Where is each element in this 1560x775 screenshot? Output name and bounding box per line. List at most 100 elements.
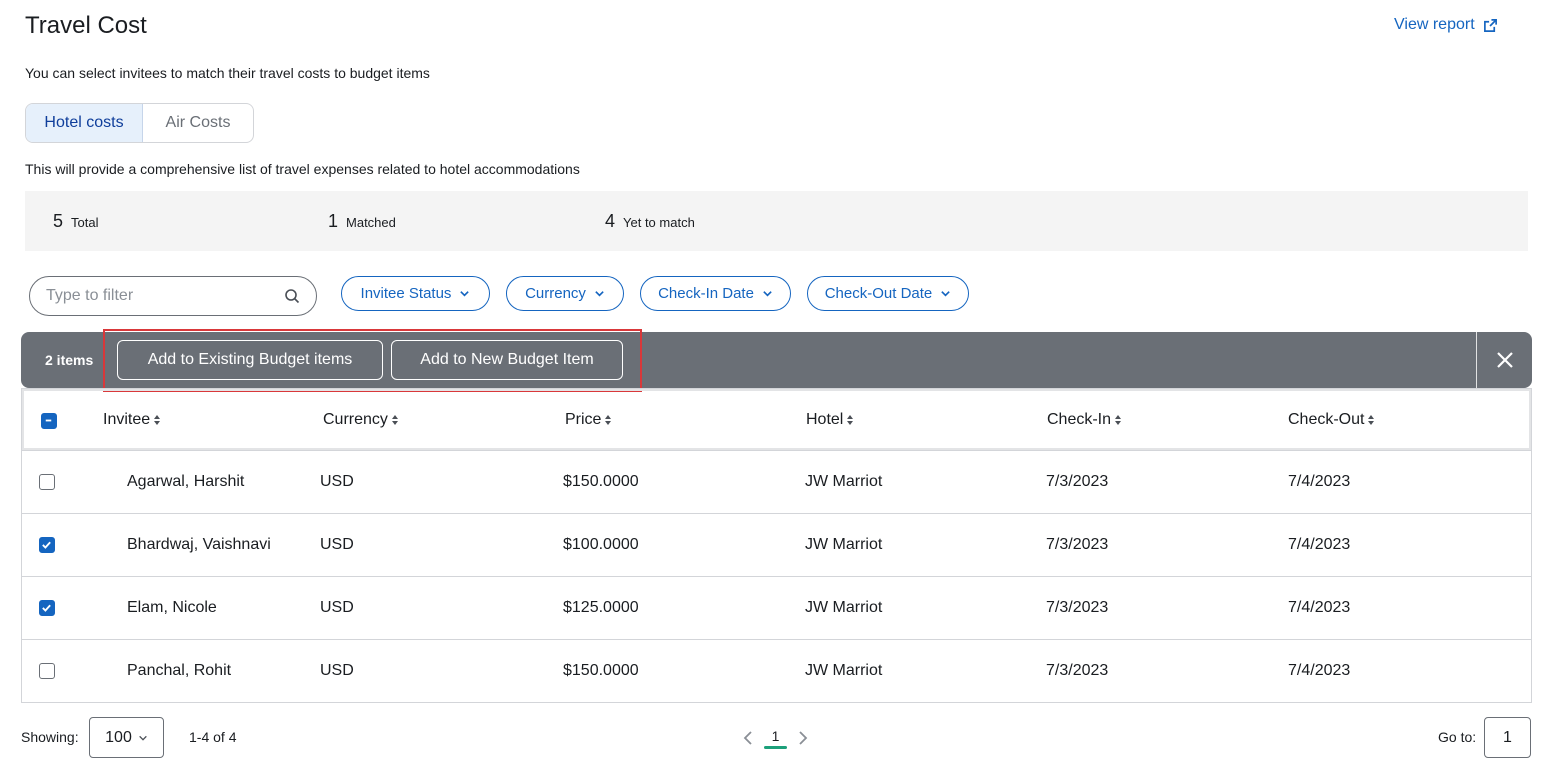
external-link-icon	[1483, 18, 1497, 32]
column-header-hotel[interactable]: Hotel	[806, 411, 854, 429]
current-page-indicator	[764, 746, 787, 749]
cell-currency: USD	[320, 473, 354, 490]
table-header: Invitee Currency Price Hotel Check-In Ch…	[22, 389, 1531, 450]
chevron-down-icon	[460, 291, 470, 297]
page-subtitle: You can select invitees to match their t…	[25, 65, 430, 81]
cell-currency: USD	[320, 599, 354, 616]
column-header-price[interactable]: Price	[565, 411, 612, 429]
row-checkbox[interactable]	[39, 474, 55, 490]
cell-hotel: JW Marriot	[805, 662, 883, 679]
table-row[interactable]: Agarwal, Harshit USD $150.0000 JW Marrio…	[22, 450, 1531, 513]
cell-check-in: 7/3/2023	[1046, 599, 1109, 616]
column-label: Hotel	[806, 411, 844, 428]
cell-check-out: 7/4/2023	[1288, 473, 1351, 490]
table-row[interactable]: Bhardwaj, Vaishnavi USD $100.0000 JW Mar…	[22, 513, 1531, 576]
page-number-current[interactable]: 1	[764, 728, 787, 744]
table-row[interactable]: Elam, Nicole USD $125.0000 JW Marriot 7/…	[22, 576, 1531, 639]
table-row[interactable]: Panchal, Rohit USD $150.0000 JW Marriot …	[22, 639, 1531, 702]
cell-check-in: 7/3/2023	[1046, 473, 1109, 490]
view-report-link[interactable]: View report	[1394, 16, 1498, 34]
stat-yet-to-match-value: 4	[605, 211, 616, 231]
chevron-down-icon	[763, 291, 772, 297]
filter-check-in-date[interactable]: Check-In Date	[640, 276, 791, 311]
column-header-check-out[interactable]: Check-Out	[1288, 411, 1375, 429]
select-all-checkbox[interactable]	[41, 413, 57, 429]
goto-label: Go to:	[1438, 729, 1477, 745]
stat-total: 5 Total	[53, 211, 98, 232]
tab-description: This will provide a comprehensive list o…	[25, 161, 580, 177]
goto-page-input[interactable]	[1484, 717, 1531, 758]
action-bar-divider	[1476, 332, 1477, 388]
page-size-value: 100	[105, 728, 132, 746]
showing-label: Showing:	[21, 729, 79, 745]
stat-matched: 1 Matched	[328, 211, 396, 232]
cell-currency: USD	[320, 662, 354, 679]
chevron-down-icon	[941, 291, 951, 297]
cell-invitee: Agarwal, Harshit	[127, 473, 245, 490]
filter-box	[29, 276, 317, 316]
sort-icon	[391, 415, 398, 425]
chevron-left-icon[interactable]	[742, 730, 754, 746]
cell-check-in: 7/3/2023	[1046, 536, 1109, 553]
stat-matched-value: 1	[328, 211, 339, 231]
filter-invitee-status-label: Invitee Status	[360, 285, 452, 302]
row-checkbox[interactable]	[39, 537, 55, 553]
cell-check-out: 7/4/2023	[1288, 662, 1351, 679]
view-report-label: View report	[1394, 16, 1475, 33]
column-label: Check-Out	[1288, 411, 1365, 428]
sort-icon	[154, 415, 161, 425]
filter-currency[interactable]: Currency	[506, 276, 624, 311]
cell-hotel: JW Marriot	[805, 536, 883, 553]
cell-hotel: JW Marriot	[805, 599, 883, 616]
cell-price: $100.0000	[563, 536, 639, 553]
selected-count: 2 items	[45, 352, 94, 368]
chevron-down-icon	[595, 291, 604, 297]
add-to-existing-budget-button[interactable]: Add to Existing Budget items	[117, 340, 383, 380]
stat-total-value: 5	[53, 211, 64, 231]
cell-price: $125.0000	[563, 599, 639, 616]
column-label: Price	[565, 411, 602, 428]
cell-check-out: 7/4/2023	[1288, 536, 1351, 553]
column-header-invitee[interactable]: Invitee	[103, 411, 161, 429]
sort-icon	[847, 415, 854, 425]
bulk-action-bar: 2 items Add to Existing Budget items Add…	[21, 332, 1532, 388]
minus-icon	[45, 419, 52, 422]
column-label: Currency	[323, 411, 388, 428]
column-header-check-in[interactable]: Check-In	[1047, 411, 1122, 429]
filter-check-out-date[interactable]: Check-Out Date	[807, 276, 969, 311]
sort-icon	[1368, 415, 1375, 425]
cell-price: $150.0000	[563, 473, 639, 490]
filter-check-in-date-label: Check-In Date	[658, 285, 754, 302]
search-icon[interactable]	[284, 288, 300, 304]
filter-input[interactable]	[46, 287, 284, 305]
chevron-right-icon[interactable]	[797, 730, 809, 746]
row-checkbox[interactable]	[39, 600, 55, 616]
cell-price: $150.0000	[563, 662, 639, 679]
cell-check-out: 7/4/2023	[1288, 599, 1351, 616]
sort-icon	[605, 415, 612, 425]
cell-check-in: 7/3/2023	[1046, 662, 1109, 679]
stat-total-label: Total	[71, 215, 99, 230]
hotel-costs-table: Invitee Currency Price Hotel Check-In Ch…	[21, 388, 1532, 703]
cost-type-tabs: Hotel costs Air Costs	[25, 103, 254, 143]
row-checkbox[interactable]	[39, 663, 55, 679]
close-icon[interactable]	[1494, 349, 1516, 371]
cell-currency: USD	[320, 536, 354, 553]
column-label: Check-In	[1047, 411, 1112, 428]
checkmark-icon	[42, 604, 51, 612]
page-title: Travel Cost	[25, 12, 147, 39]
column-header-currency[interactable]: Currency	[323, 411, 398, 429]
stat-yet-to-match-label: Yet to match	[623, 215, 695, 230]
page-size-select[interactable]: 100	[89, 717, 164, 758]
filter-check-out-date-label: Check-Out Date	[824, 285, 933, 302]
tab-air-costs[interactable]: Air Costs	[143, 104, 253, 142]
cell-invitee: Bhardwaj, Vaishnavi	[127, 536, 271, 553]
tab-hotel-costs[interactable]: Hotel costs	[26, 104, 143, 142]
filter-invitee-status[interactable]: Invitee Status	[341, 276, 490, 311]
stats-summary: 5 Total 1 Matched 4 Yet to match	[25, 191, 1528, 251]
add-to-new-budget-button[interactable]: Add to New Budget Item	[391, 340, 623, 380]
cell-invitee: Elam, Nicole	[127, 599, 217, 616]
chevron-down-icon	[139, 735, 147, 741]
stat-matched-label: Matched	[346, 215, 396, 230]
filter-currency-label: Currency	[525, 285, 586, 302]
